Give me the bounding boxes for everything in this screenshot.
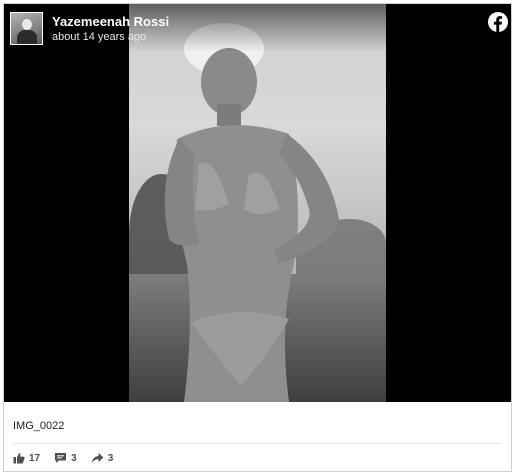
facebook-post-card: Yazemeenah Rossi about 14 years ago IMG_… — [3, 3, 512, 472]
thumbs-up-icon — [13, 453, 25, 464]
post-media[interactable]: Yazemeenah Rossi about 14 years ago — [4, 4, 511, 402]
share-arrow-icon — [91, 453, 104, 463]
stats-divider — [13, 443, 501, 444]
speech-bubble-icon — [55, 453, 67, 463]
like-count-value: 17 — [29, 452, 41, 464]
like-count[interactable]: 17 — [13, 452, 40, 464]
post-photo[interactable] — [129, 4, 386, 402]
comment-count[interactable]: 3 — [54, 452, 77, 464]
comment-count-value: 3 — [71, 452, 77, 464]
share-count-value: 3 — [107, 452, 114, 464]
post-caption: IMG_0022 — [13, 420, 65, 432]
post-stats-bar: 17 3 3 — [13, 452, 127, 464]
post-timestamp[interactable]: about 14 years ago — [52, 31, 146, 43]
author-avatar[interactable] — [10, 12, 43, 45]
photo-subject-figure — [164, 23, 339, 402]
facebook-icon[interactable] — [488, 12, 508, 32]
author-name[interactable]: Yazemeenah Rossi — [52, 14, 169, 29]
share-count[interactable]: 3 — [91, 452, 114, 464]
